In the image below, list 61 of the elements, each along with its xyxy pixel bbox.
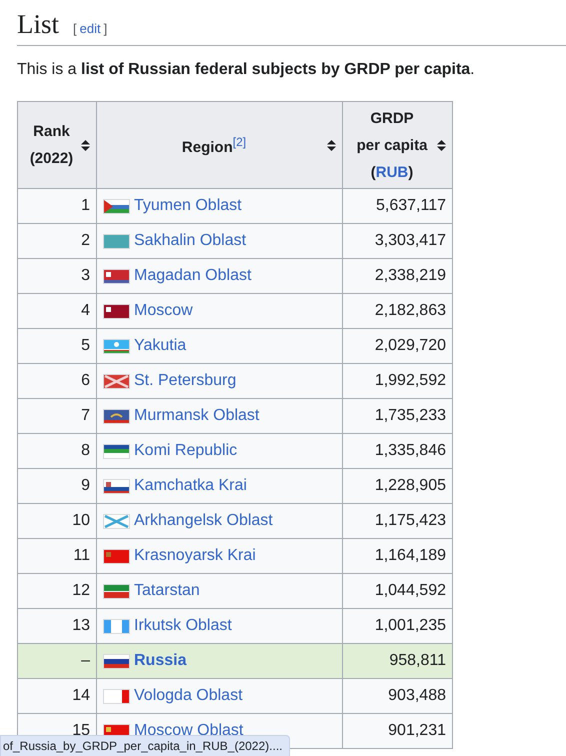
value-cell: 1,175,423 xyxy=(342,504,452,538)
rank-cell: 5 xyxy=(18,328,96,364)
flag-icon xyxy=(103,688,130,704)
flag-icon xyxy=(103,514,130,528)
flag-icon xyxy=(103,268,130,284)
flag-icon xyxy=(103,584,130,598)
value-cell: 1,228,905 xyxy=(342,468,452,504)
rank-cell: 4 xyxy=(18,294,96,328)
rank-cell: 6 xyxy=(18,364,96,398)
sort-icon[interactable] xyxy=(81,140,90,150)
flag-icon xyxy=(103,338,130,354)
rank-cell: 12 xyxy=(18,574,96,608)
column-header[interactable]: Rank (2022) xyxy=(18,102,96,188)
rank-cell: 11 xyxy=(18,538,96,574)
value-cell: 5,637,117 xyxy=(342,188,452,224)
value-cell: 1,735,233 xyxy=(342,398,452,434)
rank-cell: 3 xyxy=(18,258,96,294)
rank-cell: 14 xyxy=(18,678,96,714)
rank-cell: 1 xyxy=(18,188,96,224)
bracket: [ xyxy=(73,21,77,36)
flag-icon xyxy=(103,444,130,458)
value-cell: 903,488 xyxy=(342,678,452,714)
flag-icon xyxy=(103,198,130,214)
value-cell: 1,992,592 xyxy=(342,364,452,398)
value-cell: 1,164,189 xyxy=(342,538,452,574)
sort-icon[interactable] xyxy=(437,140,446,150)
value-cell: 2,338,219 xyxy=(342,258,452,294)
flag-icon xyxy=(103,654,130,668)
flag-icon xyxy=(103,234,130,248)
rank-cell: 8 xyxy=(18,434,96,468)
intro-text: This is a list of Russian federal subjects by GRDP per capita. xyxy=(17,60,476,80)
edit-link[interactable]: edit xyxy=(80,21,101,36)
value-cell: 2,182,863 xyxy=(342,294,452,328)
region-link[interactable]: Tatarstan xyxy=(134,582,200,600)
rank-cell: 7 xyxy=(18,398,96,434)
sort-icon[interactable] xyxy=(327,140,336,150)
flag-icon xyxy=(103,408,130,424)
rank-cell: 9 xyxy=(18,468,96,504)
value-cell: 1,335,846 xyxy=(342,434,452,468)
section-heading: List xyxy=(17,8,60,40)
column-header[interactable]: Region$^{[2]}$ xyxy=(96,102,342,188)
region-link[interactable]: Yakutia xyxy=(134,337,186,355)
rank-cell: 2 xyxy=(18,224,96,258)
flag-icon xyxy=(103,618,130,634)
flag-icon xyxy=(103,304,130,318)
region-link[interactable]: Russia xyxy=(134,652,186,670)
rank-cell: 10 xyxy=(18,504,96,538)
flag-icon xyxy=(103,548,130,564)
value-cell: 958,811 xyxy=(342,644,452,678)
flag-icon xyxy=(103,374,130,388)
value-cell: 901,231 xyxy=(342,714,452,748)
value-cell: 3,303,417 xyxy=(342,224,452,258)
value-cell: 2,029,720 xyxy=(342,328,452,364)
rub-link[interactable]: RUB xyxy=(376,164,408,180)
region-link[interactable]: Moscow xyxy=(134,302,193,320)
value-cell: 1,044,592 xyxy=(342,574,452,608)
link-url-tooltip: of_Russia_by_GRDP_per_capita_in_RUB_(2022).... xyxy=(0,735,290,756)
column-header[interactable]: GRDP per capita (RUB) xyxy=(342,102,452,188)
bracket: ] xyxy=(104,21,108,36)
flag-icon xyxy=(103,478,130,494)
rank-cell: – xyxy=(18,644,96,678)
